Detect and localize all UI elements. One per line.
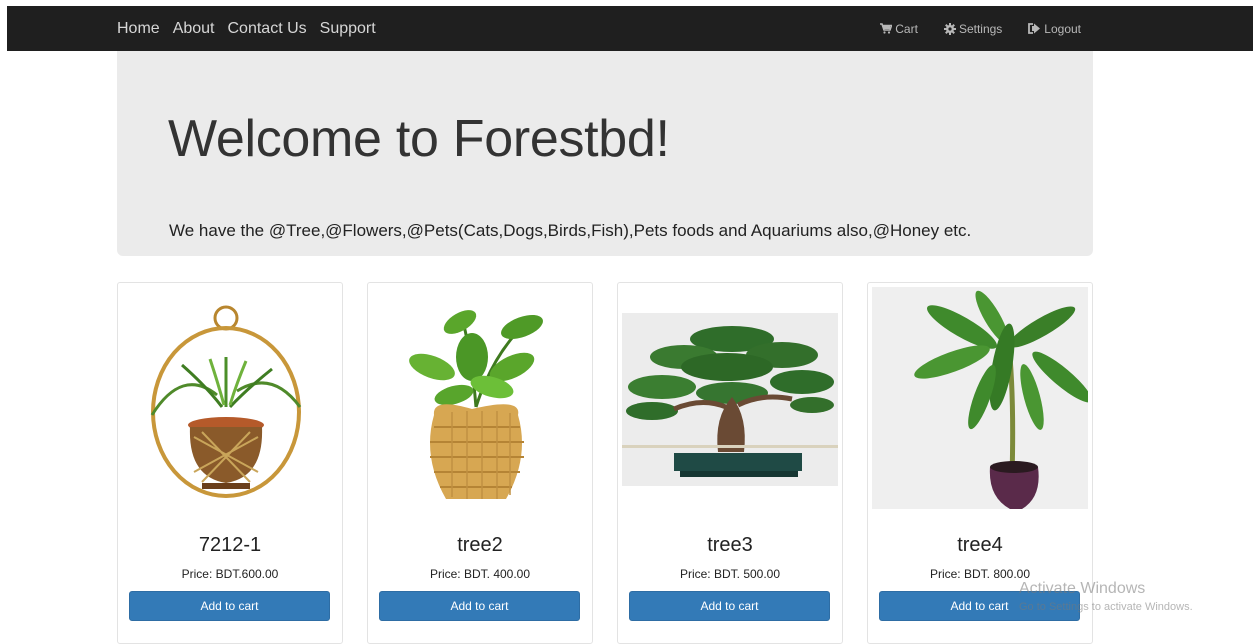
cart-icon bbox=[880, 23, 893, 34]
nav-actions: Cart Settings Logout bbox=[880, 6, 1081, 51]
hero-title: Welcome to Forestbd! bbox=[168, 110, 670, 168]
top-navbar: Home About Contact Us Support Cart Setti… bbox=[7, 6, 1253, 51]
plant-wicker-pot-image bbox=[372, 287, 588, 509]
nav-links: Home About Contact Us Support bbox=[117, 6, 376, 51]
product-name: tree2 bbox=[457, 534, 503, 556]
logout-label: Logout bbox=[1044, 21, 1081, 36]
hero-subtitle: We have the @Tree,@Flowers,@Pets(Cats,Do… bbox=[169, 221, 972, 240]
nav-cart-link[interactable]: Cart bbox=[880, 22, 918, 36]
product-price: Price: BDT. 800.00 bbox=[929, 567, 1031, 581]
settings-label: Settings bbox=[958, 21, 1003, 36]
bonsai-tree-image bbox=[622, 287, 838, 509]
product-card: 7212-1 Price: BDT.600.00 Add to cart bbox=[117, 282, 343, 644]
nav-about-link[interactable]: About bbox=[173, 20, 215, 38]
cart-label: Cart bbox=[895, 21, 918, 36]
nav-contact-link[interactable]: Contact Us bbox=[228, 20, 307, 38]
nav-support-link[interactable]: Support bbox=[320, 20, 376, 38]
product-name: tree4 bbox=[957, 534, 1003, 556]
product-price: Price: BDT.600.00 bbox=[181, 567, 279, 581]
hero-banner: Welcome to Forestbd! We have the @Tree,@… bbox=[117, 51, 1093, 256]
add-to-cart-button[interactable]: Add to cart bbox=[379, 591, 580, 621]
product-card: tree2 Price: BDT. 400.00 Add to cart bbox=[367, 282, 593, 644]
nav-home-link[interactable]: Home bbox=[117, 20, 160, 38]
nav-settings-link[interactable]: Settings bbox=[943, 21, 1003, 36]
gear-icon bbox=[943, 22, 956, 35]
product-name: tree3 bbox=[707, 534, 753, 556]
product-card: tree4 Price: BDT. 800.00 Add to cart bbox=[867, 282, 1093, 644]
add-to-cart-button[interactable]: Add to cart bbox=[129, 591, 330, 621]
logout-icon bbox=[1028, 23, 1041, 34]
nav-logout-link[interactable]: Logout bbox=[1028, 22, 1081, 36]
add-to-cart-button[interactable]: Add to cart bbox=[629, 591, 830, 621]
add-to-cart-button[interactable]: Add to cart bbox=[879, 591, 1080, 621]
product-name: 7212-1 bbox=[198, 534, 262, 556]
product-price: Price: BDT. 500.00 bbox=[679, 567, 781, 581]
plant-hanging-basket-image bbox=[122, 287, 338, 509]
product-card: tree3 Price: BDT. 500.00 Add to cart bbox=[617, 282, 843, 644]
money-tree-pot-image bbox=[872, 287, 1088, 509]
product-price: Price: BDT. 400.00 bbox=[429, 567, 531, 581]
